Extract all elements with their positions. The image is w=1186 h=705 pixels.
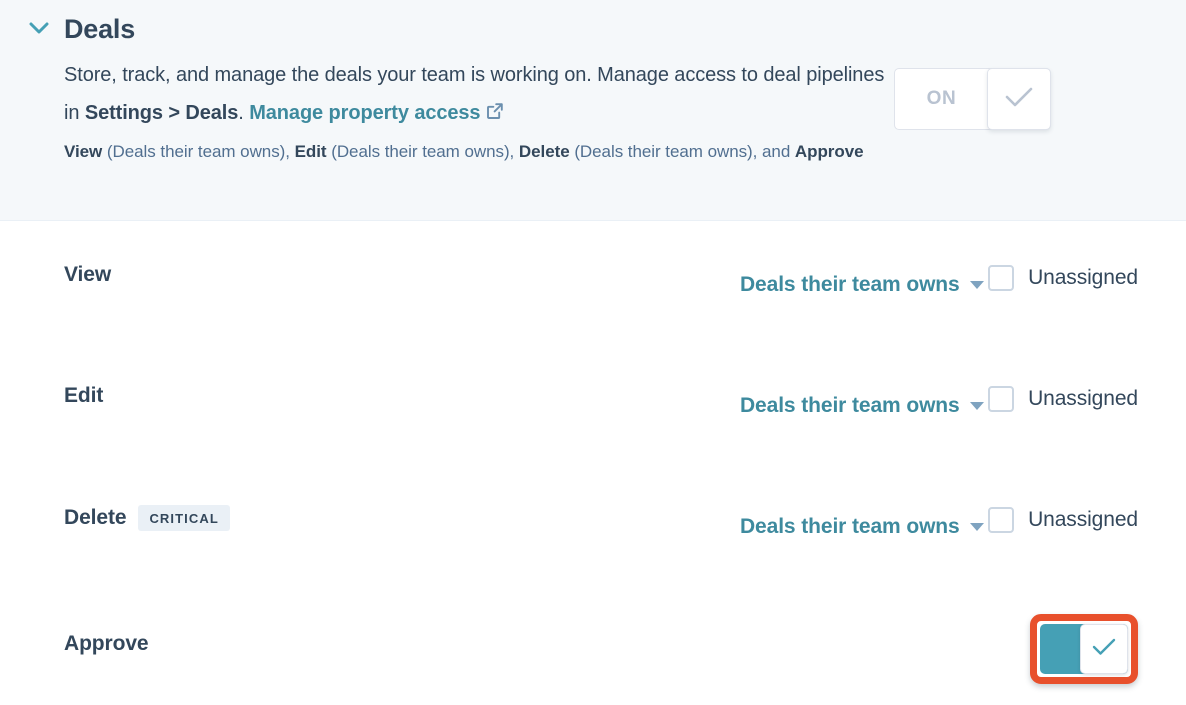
object-header: Deals Store, track, and manage the deals… [0,0,1186,221]
unassigned-label: Unassigned [1028,266,1138,289]
row-label-cell: View [24,221,664,287]
check-icon [1004,86,1034,113]
external-link-icon [480,102,505,124]
access-level-dropdown-delete[interactable]: Deals their team owns [740,515,984,539]
permission-label: Approve [64,632,149,655]
permission-row-delete: Delete CRITICAL Deals their team owns Un… [24,463,1162,584]
master-toggle-wrapper: ON [894,10,1075,130]
row-control-cell: Deals their team owns Unassigned [664,342,1162,418]
unassigned-option-edit[interactable]: Unassigned [988,386,1138,412]
description-settings-path: Settings > Deals [84,102,239,124]
check-icon [1091,637,1117,662]
summary-view-label: View [64,142,103,161]
object-description: Store, track, and manage the deals your … [64,56,894,132]
unassigned-checkbox[interactable] [988,386,1015,412]
description-part-2: . [238,102,250,124]
unassigned-checkbox[interactable] [988,507,1015,533]
permission-label: View [64,263,112,286]
chevron-down-icon [29,22,49,35]
approve-permission-toggle[interactable] [1040,624,1128,674]
permission-row-approve: Approve [24,584,1162,705]
manage-property-access-label: Manage property access [249,102,481,124]
object-access-toggle[interactable]: ON [894,68,1051,130]
unassigned-option-delete[interactable]: Unassigned [988,507,1138,533]
permission-label: Delete [64,506,127,529]
collapse-section-button[interactable] [24,10,54,35]
unassigned-checkbox[interactable] [988,265,1015,291]
permission-label: Edit [64,384,104,407]
row-control-cell [664,584,1162,684]
caret-down-icon [969,523,984,531]
summary-delete-label: Delete [518,142,570,161]
unassigned-option-view[interactable]: Unassigned [988,265,1138,291]
unassigned-label: Unassigned [1028,387,1138,410]
selection-highlight-box [1030,614,1138,684]
status-badge-critical: CRITICAL [138,505,230,531]
permission-summary: View (Deals their team owns), Edit (Deal… [64,138,884,166]
row-control-cell: Deals their team owns Unassigned [664,221,1162,297]
access-level-dropdown-view[interactable]: Deals their team owns [740,273,984,297]
summary-edit-value: (Deals their team owns), [326,142,519,161]
permission-row-edit: Edit Deals their team owns Unassigned [24,342,1162,463]
permission-rows: View Deals their team owns Unassigned Ed… [0,221,1186,705]
permission-row-view: View Deals their team owns Unassigned [24,221,1162,342]
object-access-toggle-knob [987,68,1051,130]
page-title: Deals [64,14,136,44]
summary-edit-label: Edit [294,142,327,161]
summary-delete-value: (Deals their team owns), and [569,142,795,161]
row-label-cell: Approve [24,584,664,656]
row-control-cell: Deals their team owns Unassigned [664,463,1162,539]
row-label-cell: Edit [24,342,664,408]
access-level-value: Deals their team owns [739,515,960,538]
caret-down-icon [969,281,984,289]
unassigned-label: Unassigned [1028,508,1138,531]
summary-view-value: (Deals their team owns), [102,142,295,161]
header-text-block: Deals Store, track, and manage the deals… [54,10,894,166]
approve-toggle-knob [1080,624,1128,674]
summary-approve-label: Approve [794,142,864,161]
caret-down-icon [969,402,984,410]
manage-property-access-link[interactable]: Manage property access [249,102,505,124]
access-level-value: Deals their team owns [739,273,960,296]
row-label-cell: Delete CRITICAL [24,463,664,531]
access-level-dropdown-edit[interactable]: Deals their team owns [740,394,984,418]
deals-permissions-panel: Deals Store, track, and manage the deals… [0,0,1186,684]
access-level-value: Deals their team owns [739,394,960,417]
